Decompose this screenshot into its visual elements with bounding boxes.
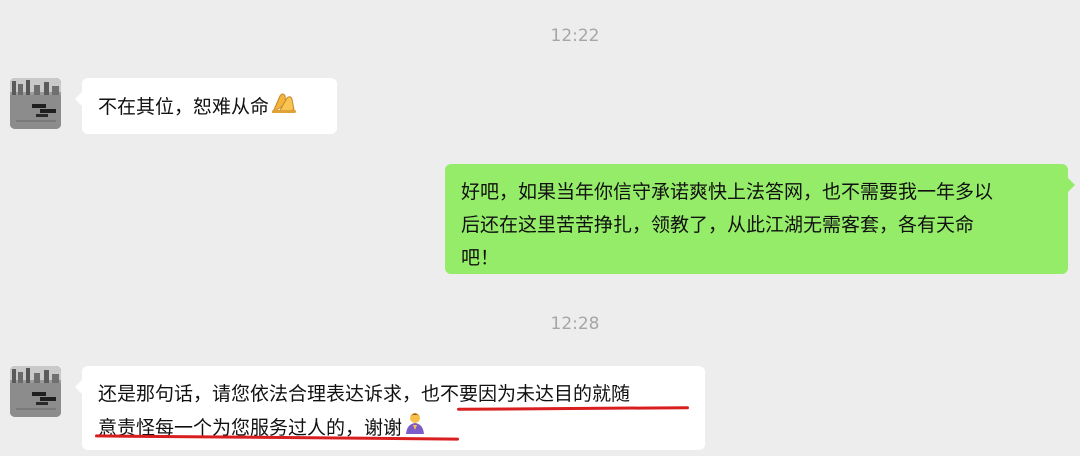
message-line: 好吧，如果当年你信守承诺爽快上法答网，也不需要我一年多以 [461, 181, 994, 203]
contact-avatar[interactable] [10, 366, 61, 417]
avatar-image [10, 366, 61, 417]
message-bubble-incoming[interactable]: 不在其位，恕难从命 [75, 78, 337, 134]
message-line: 后还在这里苦苦挣扎，领教了，从此江湖无需客套，各有天命 [461, 214, 975, 236]
message-text: 不在其位，恕难从命 [98, 96, 270, 118]
person-bowing-icon [403, 411, 427, 446]
timestamp: 12:28 [550, 314, 600, 334]
message-line: 不在其位，恕难从命 [98, 90, 321, 125]
avatar-image [10, 78, 61, 129]
message-line: 意责怪每一个为您服务过人的，谢谢 [98, 411, 689, 446]
message-line: 吧！ [461, 247, 500, 269]
contact-avatar[interactable] [10, 78, 61, 129]
message-bubble-outgoing[interactable]: 好吧，如果当年你信守承诺爽快上法答网，也不需要我一年多以 后还在这里苦苦挣扎，领… [445, 164, 1075, 274]
timestamp: 12:22 [550, 26, 600, 46]
folded-hands-icon [270, 90, 298, 125]
